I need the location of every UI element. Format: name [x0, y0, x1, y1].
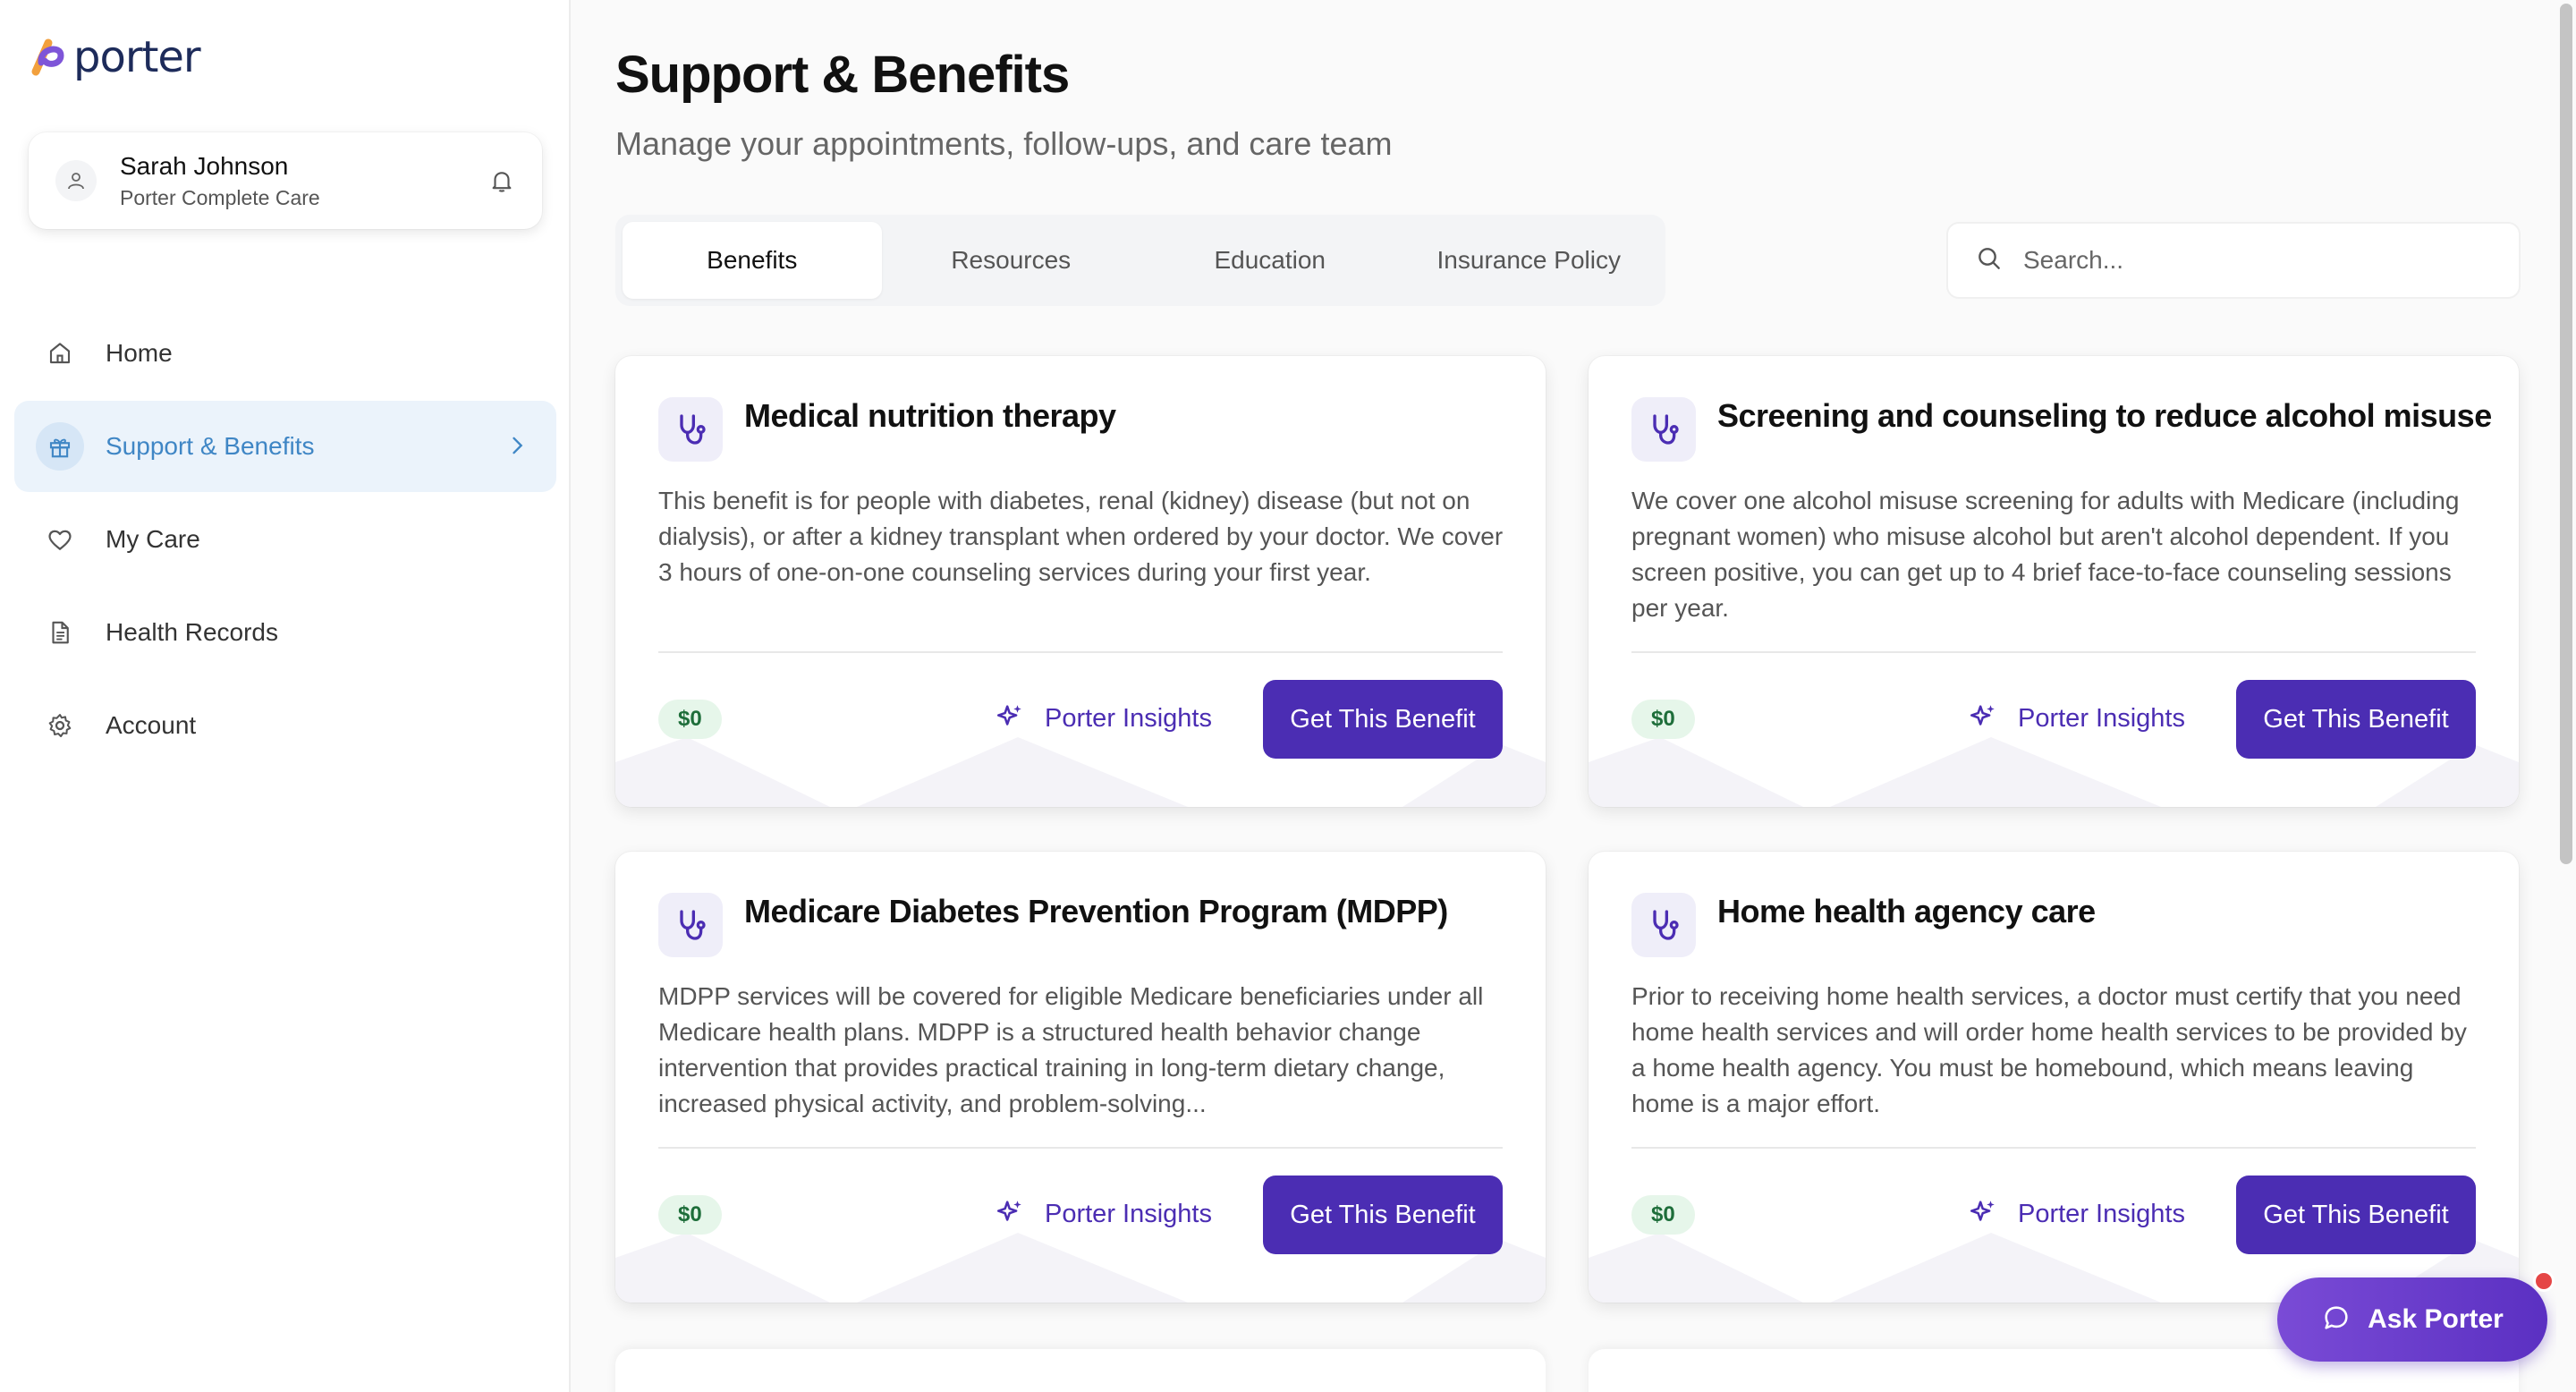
chevron-right-icon — [504, 433, 530, 463]
notification-dot — [2533, 1270, 2555, 1292]
get-this-benefit-button[interactable]: Get This Benefit — [1263, 1176, 1503, 1254]
tab-benefits[interactable]: Benefits — [623, 222, 882, 299]
user-card[interactable]: Sarah Johnson Porter Complete Care — [29, 132, 542, 229]
user-info: Sarah Johnson Porter Complete Care — [120, 152, 487, 210]
search-box[interactable] — [1946, 222, 2521, 299]
porter-insights-link[interactable]: Porter Insights — [1968, 689, 2185, 748]
price-badge: $0 — [1631, 1195, 1695, 1235]
get-this-benefit-button[interactable]: Get This Benefit — [2236, 680, 2476, 759]
sidebar-item-label: Health Records — [106, 618, 278, 646]
sidebar-item-home[interactable]: Home — [14, 308, 556, 399]
card-description: Prior to receiving home health services,… — [1631, 982, 2467, 1117]
stethoscope-icon — [1631, 893, 1696, 957]
search-input[interactable] — [2023, 246, 2488, 275]
card-title: Screening and counseling to reduce alcoh… — [1717, 397, 2492, 434]
divider — [658, 651, 1503, 653]
price-badge: $0 — [658, 1195, 722, 1235]
search-icon — [1975, 244, 2004, 277]
app-root: porter Sarah Johnson Porter Complete Car… — [0, 0, 2576, 1392]
porter-insights-link[interactable]: Porter Insights — [995, 689, 1212, 748]
page-title: Support & Benefits — [615, 46, 1070, 104]
card-title: Medical nutrition therapy — [744, 397, 1116, 434]
price-badge: $0 — [658, 700, 722, 739]
divider — [1631, 1147, 2476, 1149]
card-description: MDPP services will be covered for eligib… — [658, 982, 1484, 1117]
benefit-card: Screening and counseling to reduce alcoh… — [1589, 356, 2519, 807]
card-description: This benefit is for people with diabetes… — [658, 487, 1504, 586]
price-badge: $0 — [1631, 700, 1695, 739]
sparkle-icon — [1968, 701, 1998, 736]
ask-porter-button[interactable]: Ask Porter — [2277, 1277, 2547, 1362]
user-icon — [68, 173, 84, 190]
divider — [658, 1147, 1503, 1149]
sparkle-icon — [995, 701, 1025, 736]
stethoscope-icon — [658, 893, 723, 957]
gear-icon — [36, 701, 84, 750]
tab-education[interactable]: Education — [1140, 222, 1400, 299]
card-title: Home health agency care — [1717, 893, 2096, 929]
user-plan: Porter Complete Care — [120, 185, 320, 209]
benefit-card: Home health agency care Prior to receivi… — [1589, 852, 2519, 1303]
gift-icon — [36, 422, 84, 471]
sidebar-item-health-records[interactable]: Health Records — [14, 587, 556, 678]
tab-bar: Benefits Resources Education Insurance P… — [615, 215, 1665, 306]
porter-insights-label: Porter Insights — [2018, 703, 2185, 733]
card-description: We cover one alcohol misuse screening fo… — [1631, 487, 2460, 622]
sidebar-item-support-benefits[interactable]: Support & Benefits — [14, 401, 556, 492]
porter-logo-icon — [27, 36, 70, 79]
benefit-card: Medicare Diabetes Prevention Program (MD… — [615, 852, 1546, 1303]
tab-insurance-policy[interactable]: Insurance Policy — [1400, 222, 1659, 299]
heart-icon — [36, 515, 84, 564]
tab-resources[interactable]: Resources — [882, 222, 1141, 299]
document-icon — [36, 608, 84, 657]
sidebar-item-label: Home — [106, 339, 173, 367]
sidebar-item-label: Support & Benefits — [106, 432, 315, 460]
user-name: Sarah Johnson — [120, 151, 289, 180]
sidebar-nav: Home Support & Benefits My Care Health R… — [14, 308, 556, 773]
divider — [1631, 651, 2476, 653]
stethoscope-icon — [1631, 397, 1696, 462]
benefit-card-partial — [615, 1349, 1546, 1392]
sparkle-icon — [1968, 1197, 1998, 1232]
home-icon — [36, 329, 84, 378]
sidebar: porter Sarah Johnson Porter Complete Car… — [0, 0, 571, 1392]
porter-insights-label: Porter Insights — [1045, 1199, 1212, 1228]
porter-logo[interactable]: porter — [27, 32, 201, 82]
get-this-benefit-button[interactable]: Get This Benefit — [1263, 680, 1503, 759]
chat-bubble-icon — [2321, 1303, 2351, 1337]
porter-insights-link[interactable]: Porter Insights — [995, 1184, 1212, 1243]
porter-insights-label: Porter Insights — [2018, 1199, 2185, 1228]
benefit-card: Medical nutrition therapy This benefit i… — [615, 356, 1546, 807]
avatar — [55, 160, 97, 201]
sparkle-icon — [995, 1197, 1025, 1232]
bell-icon[interactable] — [487, 166, 517, 196]
logo-text: porter — [73, 32, 201, 82]
sidebar-item-label: My Care — [106, 525, 200, 553]
porter-insights-link[interactable]: Porter Insights — [1968, 1184, 2185, 1243]
sidebar-item-account[interactable]: Account — [14, 680, 556, 771]
porter-insights-label: Porter Insights — [1045, 703, 1212, 733]
get-this-benefit-button[interactable]: Get This Benefit — [2236, 1176, 2476, 1254]
sidebar-item-my-care[interactable]: My Care — [14, 494, 556, 585]
card-title: Medicare Diabetes Prevention Program (MD… — [744, 893, 1448, 929]
sidebar-item-label: Account — [106, 711, 197, 739]
scrollbar-thumb[interactable] — [2560, 4, 2572, 864]
stethoscope-icon — [658, 397, 723, 462]
ask-porter-label: Ask Porter — [2368, 1304, 2504, 1334]
page-subtitle: Manage your appointments, follow-ups, an… — [615, 125, 1393, 162]
